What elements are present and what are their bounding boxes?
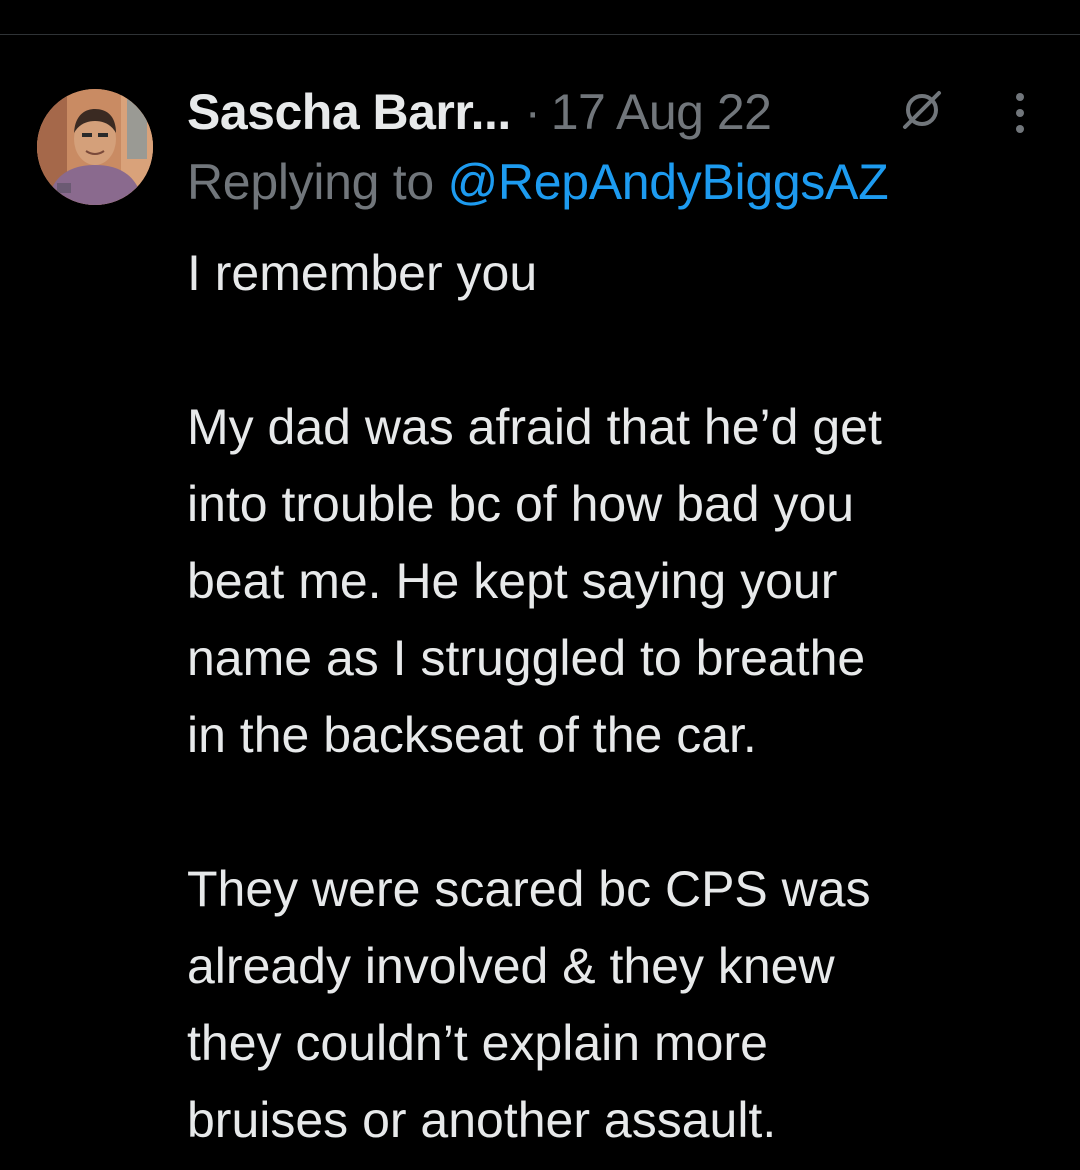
more-vertical-icon[interactable] [1000,83,1040,143]
tweet-line: beat me. He kept saying your [187,553,838,609]
tweet-card[interactable]: Sascha Barr... · 17 Aug 22 Replying to @… [0,35,1080,1170]
tweet-line: in the backseat of the car. [187,707,757,763]
timestamp[interactable]: 17 Aug 22 [551,83,772,141]
replying-to-label: Replying to [187,154,448,210]
tweet-line: already involved & they knew [187,938,835,994]
more-dot [1016,109,1024,117]
tweet-header: Sascha Barr... · 17 Aug 22 [187,77,772,147]
tweet-line: name as I struggled to breathe [187,630,866,686]
display-name[interactable]: Sascha Barr... [187,83,511,141]
separator-dot: · [524,85,541,139]
muted-icon [903,91,941,129]
reply-handle-link[interactable]: @RepAndyBiggsAZ [447,154,888,210]
more-dot [1016,125,1024,133]
tweet-line: they couldn’t explain more [187,1015,768,1071]
tweet-line: They were scared bc CPS was [187,861,871,917]
replying-to: Replying to @RepAndyBiggsAZ [187,153,889,211]
tweet-line: bruises or another assault. [187,1092,777,1148]
tweet-paragraph: My dad was afraid that he’d get into tro… [187,389,1067,774]
tweet-text: I remember you My dad was afraid that he… [187,235,1067,1159]
tweet-line: I remember you [187,245,538,301]
tweet-paragraph: They were scared bc CPS was already invo… [187,851,1067,1159]
tweet-line: My dad was afraid that he’d get [187,399,882,455]
more-dot [1016,93,1024,101]
avatar[interactable] [37,89,153,205]
tweet-line: into trouble bc of how bad you [187,476,855,532]
tweet-paragraph: I remember you [187,235,1067,312]
